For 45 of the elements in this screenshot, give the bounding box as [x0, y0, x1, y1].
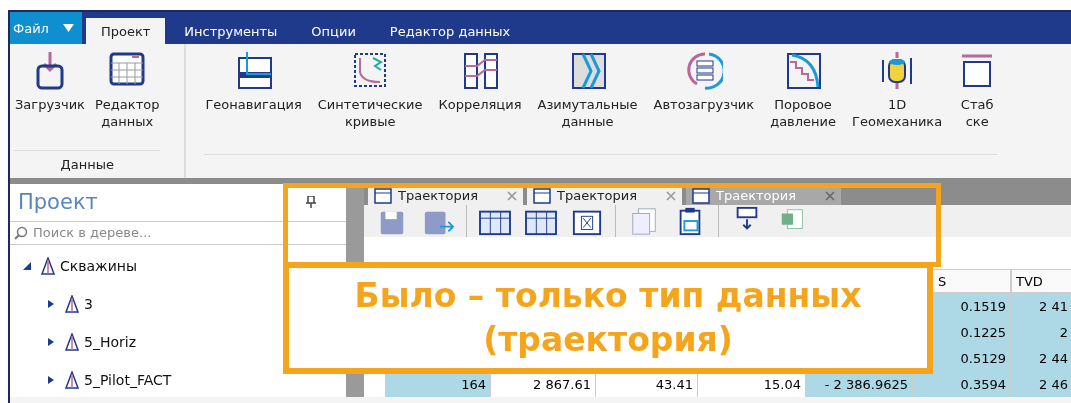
well-icon — [64, 295, 80, 313]
pressure-icon — [784, 50, 823, 90]
search-field[interactable]: Поиск в дереве... — [31, 224, 285, 242]
tree-item[interactable]: 3 — [84, 296, 93, 312]
correlation-icon — [461, 50, 499, 90]
well-icon — [64, 371, 80, 389]
well-icon — [40, 257, 56, 275]
table-cell: 0.3594 — [913, 371, 1011, 397]
ribbon-button[interactable]: Стаб ске — [957, 50, 998, 154]
table-icon — [533, 187, 551, 204]
search-icon — [14, 226, 28, 240]
ribbon-button[interactable]: Азимутальные данные — [536, 50, 639, 154]
dropdown-icon — [62, 24, 74, 32]
group-label: Данные — [59, 156, 115, 175]
ribbon-tab[interactable]: Редактор данных — [374, 18, 526, 44]
ribbon-button[interactable]: Редактор данных — [94, 50, 161, 151]
table-cell: 2 — [1011, 319, 1071, 345]
expand-triangle-icon[interactable] — [46, 299, 56, 309]
autoload-icon — [684, 50, 723, 90]
ribbon-button[interactable]: Автозагрузчик — [652, 50, 756, 154]
tree-item[interactable]: 5_Horiz — [84, 334, 136, 350]
ribbon-tab[interactable]: Опции — [296, 18, 371, 44]
file-menu-button[interactable]: Файл — [10, 12, 82, 44]
ribbon-tab[interactable]: Проект — [85, 18, 166, 44]
panel-title: Проект — [17, 190, 98, 215]
tree-item[interactable]: Скважины — [60, 258, 137, 274]
tree-item[interactable]: 5_Pilot_FACT — [84, 372, 172, 388]
column-header: TVD — [1011, 269, 1071, 293]
table-cell: 2 44 — [1011, 345, 1071, 371]
table-cell: 2 41 — [1011, 293, 1071, 319]
expand-triangle-icon[interactable] — [46, 337, 56, 347]
ribbon-tab[interactable]: Инструменты — [169, 18, 293, 44]
ribbon-button[interactable]: Загрузчик — [14, 50, 86, 151]
pin-icon[interactable] — [306, 196, 316, 209]
table-icon — [692, 187, 710, 204]
ribbon-button[interactable]: Поровое давление — [769, 50, 838, 154]
ribbon-button[interactable]: Синтетические кривые — [316, 50, 424, 154]
collapse-triangle-icon[interactable] — [22, 261, 32, 271]
well-icon — [64, 333, 80, 351]
table-icon — [374, 187, 392, 204]
ribbon-button[interactable]: Геонавигация — [204, 50, 303, 154]
table-cell: 2 46 — [1011, 371, 1071, 397]
expand-triangle-icon[interactable] — [46, 375, 56, 385]
ribbon-button[interactable]: Корреляция — [437, 50, 523, 154]
ribbon-button[interactable]: 1D Геомеханика — [851, 50, 944, 154]
